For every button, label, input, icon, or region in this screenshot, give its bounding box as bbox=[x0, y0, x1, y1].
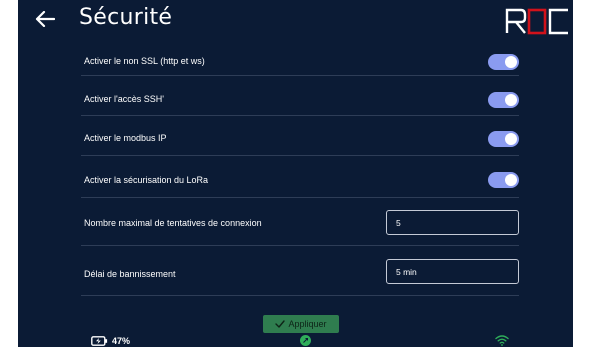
max-attempts-field[interactable] bbox=[386, 210, 519, 235]
ssh-toggle[interactable] bbox=[488, 92, 519, 108]
setting-row-ban-delay: Délai de bannissement bbox=[81, 246, 519, 296]
apply-button-label: Appliquer bbox=[288, 319, 327, 329]
battery-status: 47% bbox=[91, 336, 130, 346]
toggle-knob bbox=[505, 56, 517, 68]
modbus-toggle[interactable] bbox=[488, 131, 519, 147]
toggle-knob bbox=[505, 133, 517, 145]
arrow-left-icon bbox=[35, 11, 55, 27]
non-ssl-toggle[interactable] bbox=[488, 54, 519, 70]
roc-logo bbox=[505, 8, 568, 35]
lora-toggle[interactable] bbox=[488, 172, 519, 188]
header: Sécurité bbox=[18, 0, 573, 42]
setting-row-max-attempts: Nombre maximal de tentatives de connexio… bbox=[81, 198, 519, 246]
page-title: Sécurité bbox=[79, 5, 173, 30]
setting-row-non-ssl: Activer le non SSL (http et ws) bbox=[81, 45, 519, 76]
setting-row-lora: Activer la sécurisation du LoRa bbox=[81, 156, 519, 198]
setting-label: Activer la sécurisation du LoRa bbox=[84, 175, 209, 185]
setting-label: Délai de bannissement bbox=[84, 269, 176, 279]
ban-delay-field[interactable] bbox=[386, 259, 519, 284]
back-button[interactable] bbox=[32, 6, 58, 32]
toggle-knob bbox=[505, 174, 517, 186]
setting-row-modbus: Activer le modbus IP bbox=[81, 116, 519, 156]
wifi-icon bbox=[495, 335, 509, 346]
setting-label: Activer le non SSL (http et ws) bbox=[84, 56, 205, 66]
link-glyph bbox=[303, 338, 308, 343]
battery-percent: 47% bbox=[112, 336, 131, 346]
setting-row-ssh: Activer l'accès SSH' bbox=[81, 76, 519, 116]
setting-label: Nombre maximal de tentatives de connexio… bbox=[84, 218, 262, 228]
toggle-knob bbox=[505, 94, 517, 106]
battery-charging-icon bbox=[91, 336, 108, 346]
check-icon bbox=[275, 320, 286, 328]
setting-label: Activer le modbus IP bbox=[84, 133, 167, 143]
security-screen: Sécurité Activer le non SSL (http et ws)… bbox=[18, 0, 573, 347]
setting-label: Activer l'accès SSH' bbox=[84, 94, 164, 104]
apply-button[interactable]: Appliquer bbox=[263, 315, 339, 333]
link-status-icon bbox=[300, 335, 311, 346]
